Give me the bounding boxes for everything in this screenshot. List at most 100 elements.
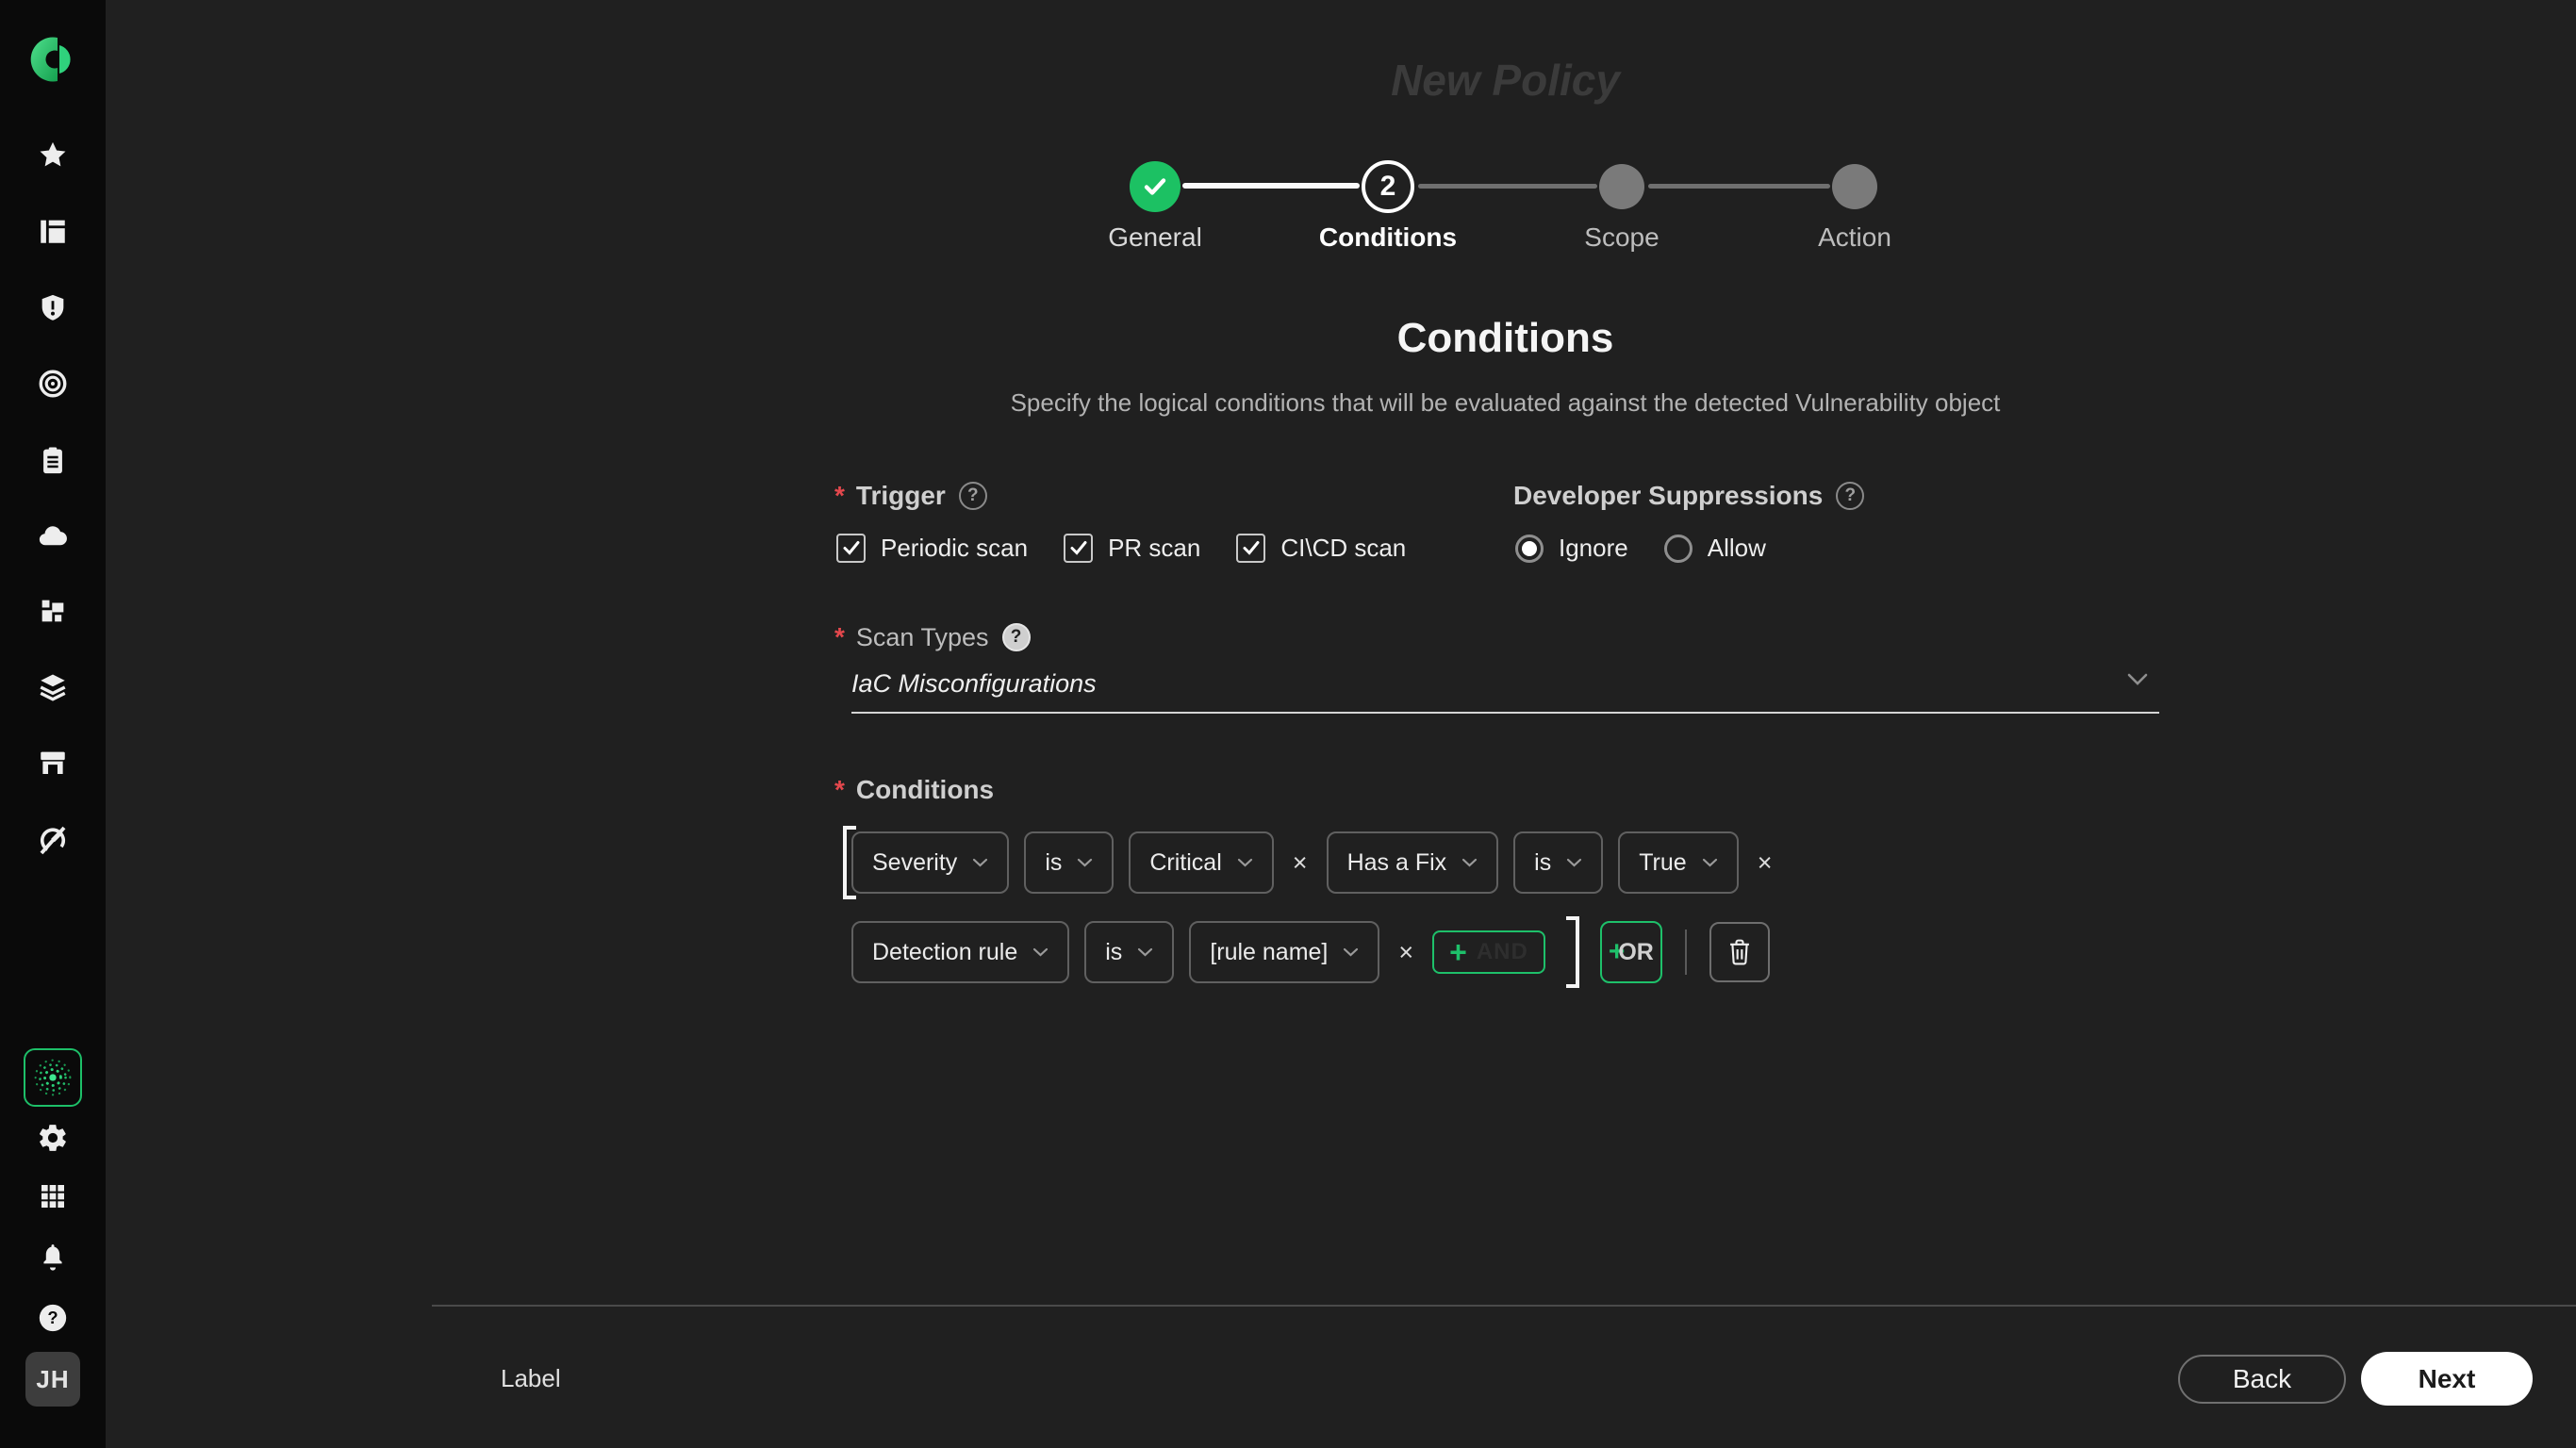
notifications-bell-icon[interactable] (38, 1242, 68, 1274)
chevron-down-icon (1032, 947, 1049, 957)
trigger-label: Trigger (856, 481, 946, 511)
radio-allow[interactable]: Allow (1664, 534, 1766, 563)
add-or-group-button[interactable]: + OR (1600, 921, 1662, 983)
svg-text:?: ? (47, 1308, 58, 1327)
operator-dropdown[interactable]: is (1024, 831, 1114, 894)
chevron-down-icon (1702, 858, 1718, 867)
trigger-section: * Trigger ? Periodic scan PR scan (834, 481, 1406, 563)
cloud-icon[interactable] (36, 520, 70, 552)
step-label: Conditions (1319, 222, 1457, 253)
operator-dropdown[interactable]: is (1084, 921, 1174, 983)
step-label: Action (1818, 222, 1891, 253)
layers-icon[interactable] (36, 671, 70, 703)
radio-unselected-icon (1664, 535, 1693, 563)
vertical-divider (1685, 930, 1687, 975)
avatar[interactable]: JH (25, 1352, 80, 1407)
scan-types-label: Scan Types (856, 623, 989, 652)
star-icon[interactable] (37, 140, 69, 172)
plus-icon: + (1449, 937, 1467, 967)
step-label: Scope (1584, 222, 1659, 253)
clipboard-icon[interactable] (37, 444, 69, 476)
checkbox-checked-icon (1064, 534, 1093, 563)
radio-ignore[interactable]: Ignore (1515, 534, 1628, 563)
back-button[interactable]: Back (2178, 1355, 2346, 1404)
page-title: Conditions (851, 315, 2159, 362)
blocks-icon[interactable] (37, 595, 69, 627)
dev-suppressions-label: Developer Suppressions (1513, 481, 1823, 511)
target-icon[interactable] (37, 368, 69, 400)
shield-alert-icon[interactable] (37, 292, 69, 324)
trigger-options: Periodic scan PR scan CI\CD scan (836, 534, 1406, 563)
scan-types-section: * Scan Types ? IaC Misconfigurations (834, 622, 2159, 714)
ai-discovery-active-item[interactable] (24, 1048, 82, 1107)
ai-discovery-icon (24, 1048, 82, 1107)
scan-types-select[interactable]: IaC Misconfigurations (851, 669, 2159, 699)
chevron-down-icon (2127, 673, 2148, 690)
field-dropdown[interactable]: Severity (851, 831, 1009, 894)
checkbox-pr-scan[interactable]: PR scan (1064, 534, 1200, 563)
step-active-circle: 2 (1362, 160, 1414, 213)
scan-types-value: IaC Misconfigurations (851, 669, 1097, 698)
footer-label: Label (501, 1364, 561, 1393)
trigger-label-row: * Trigger ? (834, 481, 1406, 511)
storefront-icon[interactable] (37, 747, 69, 779)
step-action[interactable]: Action (1751, 160, 1958, 253)
dashboard-icon[interactable] (37, 215, 69, 247)
value-dropdown[interactable]: [rule name] (1189, 921, 1379, 983)
wizard-stepper: General 2 Conditions Scope Action (851, 160, 2159, 264)
dev-suppressions-options: Ignore Allow (1515, 534, 1864, 563)
step-general[interactable]: General (1051, 160, 1259, 253)
required-asterisk: * (834, 622, 845, 652)
group-bracket-open (843, 826, 856, 899)
page-subtitle: Specify the logical conditions that will… (851, 388, 2159, 418)
gauge-icon[interactable] (36, 822, 70, 856)
wizard-title-watermark: New Policy (851, 55, 2159, 106)
checkbox-checked-icon (836, 534, 866, 563)
step-conditions[interactable]: 2 Conditions (1284, 160, 1492, 253)
trigger-help-icon[interactable]: ? (959, 482, 987, 510)
value-dropdown[interactable]: Critical (1129, 831, 1273, 894)
step-upcoming-circle (1832, 164, 1877, 209)
dev-suppressions-help-icon[interactable]: ? (1836, 482, 1864, 510)
radio-selected-icon (1515, 535, 1544, 563)
delete-group-button[interactable] (1709, 922, 1770, 982)
orca-logo[interactable] (26, 33, 79, 86)
checkmark-icon (1143, 176, 1167, 197)
checkbox-cicd-scan[interactable]: CI\CD scan (1236, 534, 1406, 563)
chevron-down-icon (1566, 858, 1582, 867)
step-completed-circle (1130, 161, 1181, 212)
operator-dropdown[interactable]: is (1513, 831, 1603, 894)
chevron-down-icon (972, 858, 988, 867)
chevron-down-icon (1137, 947, 1153, 957)
chevron-down-icon (1077, 858, 1093, 867)
value-dropdown[interactable]: True (1618, 831, 1738, 894)
add-and-condition-button[interactable]: + AND (1432, 930, 1545, 974)
remove-condition-button[interactable]: × (1289, 848, 1312, 878)
chevron-down-icon (1343, 947, 1359, 957)
scan-types-help-icon[interactable]: ? (1002, 623, 1031, 651)
scan-types-label-row: * Scan Types ? (834, 622, 2159, 652)
step-upcoming-circle (1599, 164, 1644, 209)
field-dropdown[interactable]: Detection rule (851, 921, 1069, 983)
group-bracket-close (1566, 916, 1579, 988)
help-icon[interactable]: ? (37, 1302, 69, 1334)
remove-condition-button[interactable]: × (1395, 938, 1417, 967)
sidebar: ? JH (0, 0, 106, 1448)
field-dropdown[interactable]: Has a Fix (1327, 831, 1499, 894)
step-scope[interactable]: Scope (1518, 160, 1726, 253)
condition-row-1: Severity is Critical × Has a Fix is Tru (851, 831, 1775, 894)
required-asterisk: * (834, 481, 845, 511)
next-button[interactable]: Next (2361, 1352, 2533, 1406)
checkbox-checked-icon (1236, 534, 1265, 563)
condition-row-2: Detection rule is [rule name] × + AND + … (851, 916, 1775, 988)
scan-types-underline (851, 712, 2159, 714)
conditions-label-row: * Conditions (834, 775, 1775, 805)
conditions-section: * Conditions Severity is Critical × Has … (834, 775, 1775, 988)
main-content: New Policy General 2 Conditions (106, 0, 2576, 1448)
trash-icon (1726, 937, 1753, 967)
gear-icon[interactable] (37, 1122, 69, 1154)
apps-grid-icon[interactable] (38, 1181, 68, 1211)
remove-condition-button[interactable]: × (1754, 848, 1776, 878)
required-asterisk: * (834, 775, 845, 805)
checkbox-periodic-scan[interactable]: Periodic scan (836, 534, 1028, 563)
